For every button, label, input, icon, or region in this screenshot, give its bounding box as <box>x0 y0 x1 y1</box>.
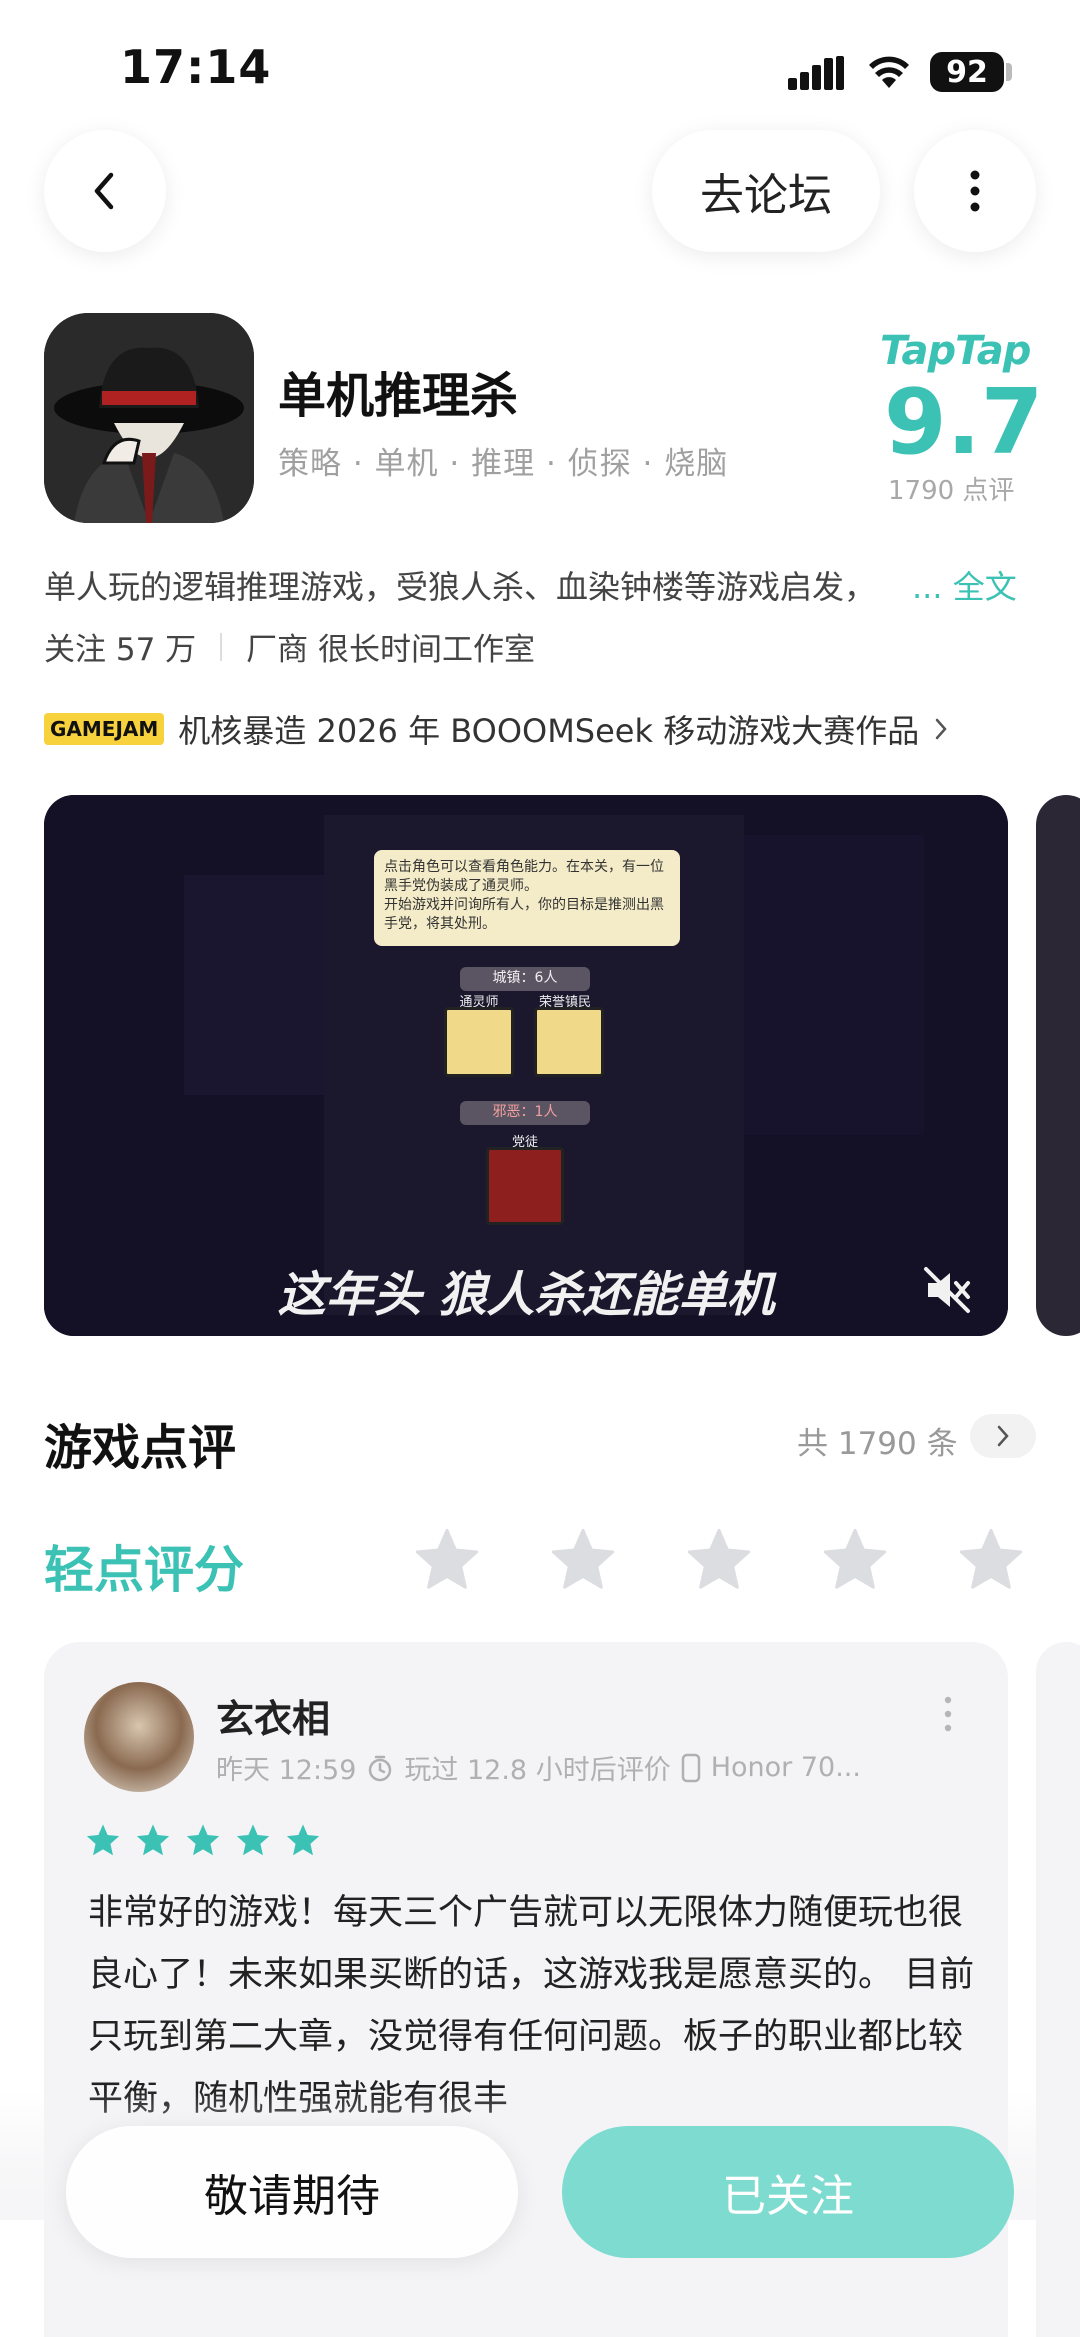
wifi-icon <box>869 56 909 88</box>
coming-soon-button[interactable]: 敬请期待 <box>66 2126 518 2258</box>
divider <box>220 632 223 661</box>
review-device: Honor 70... <box>710 1752 861 1783</box>
back-button[interactable] <box>44 130 166 252</box>
review-meta: 昨天 12:59 玩过 12.8 小时后评价 Honor 70... <box>216 1748 861 1787</box>
follow-button[interactable]: 已关注 <box>562 2126 1014 2258</box>
vendor-link[interactable]: 厂商 很长时间工作室 <box>246 624 535 669</box>
app-tags[interactable]: 策略 · 单机 · 推理 · 侦探 · 烧脑 <box>278 438 728 483</box>
expand-description-link[interactable]: ... 全文 <box>912 562 1017 608</box>
cellular-signal-icon <box>788 56 844 90</box>
avatar[interactable] <box>84 1682 194 1792</box>
role-card-mafia <box>486 1147 564 1225</box>
trailer-video[interactable]: 点击角色可以查看角色能力。在本关，有一位黑手党伪装成了通灵师。 开始游戏并问询所… <box>44 795 1008 1336</box>
battery-cap <box>1006 63 1012 81</box>
dialog-line-2: 开始游戏并问询所有人，你的目标是推测出黑手党，将其处刑。 <box>384 897 664 932</box>
reviews-section-title: 游戏点评 <box>44 1420 237 1476</box>
muted-speaker-icon[interactable] <box>922 1265 972 1315</box>
review-star-icon <box>286 1824 320 1856</box>
review-star-icon <box>236 1824 270 1856</box>
review-more-icon[interactable] <box>944 1694 952 1734</box>
gamejam-badge: GAMEJAM <box>44 713 165 745</box>
tutorial-dialog: 点击角色可以查看角色能力。在本关，有一位黑手党伪装成了通灵师。 开始游戏并问询所… <box>374 850 680 946</box>
battery-indicator: 92 <box>930 52 1004 92</box>
reviews-more-button[interactable] <box>970 1414 1036 1458</box>
battery-level: 92 <box>946 54 988 90</box>
more-vertical-icon <box>970 170 980 212</box>
rating-star-picker[interactable] <box>412 1526 1026 1596</box>
app-icon <box>44 313 254 523</box>
rate-star-4-icon[interactable] <box>820 1526 890 1596</box>
rating-count: 1790 点评 <box>888 476 1015 506</box>
review-total-count[interactable]: 共 1790 条 <box>797 1418 958 1463</box>
review-time: 昨天 12:59 <box>216 1755 357 1786</box>
review-star-rating <box>84 1822 322 1860</box>
review-star-icon <box>186 1824 220 1856</box>
more-options-button[interactable] <box>914 130 1036 252</box>
status-time: 17:14 <box>120 40 272 94</box>
rate-star-5-icon[interactable] <box>956 1526 1026 1596</box>
rate-star-1-icon[interactable] <box>412 1526 482 1596</box>
taptap-logo: TapTap <box>880 328 1031 374</box>
chevron-right-icon <box>935 718 947 740</box>
reviewer-name[interactable]: 玄衣相 <box>216 1688 330 1743</box>
review-star-icon <box>136 1824 170 1856</box>
chevron-left-icon <box>94 172 114 210</box>
tap-to-rate-label: 轻点评分 <box>44 1541 244 1599</box>
town-count-label: 城镇：6人 <box>460 967 590 991</box>
app-title: 单机推理杀 <box>278 368 519 424</box>
video-caption: 这年头 狼人杀还能单机 <box>277 1267 775 1323</box>
forum-button[interactable]: 去论坛 <box>652 130 880 252</box>
chevron-right-icon <box>997 1425 1009 1447</box>
evil-count-label: 邪恶：1人 <box>460 1101 590 1125</box>
role-card-honor <box>534 1007 604 1077</box>
app-meta-row: 关注 57 万 厂商 很长时间工作室 <box>44 624 535 669</box>
detective-hat-icon <box>44 313 254 523</box>
rating-score: 9.7 <box>884 370 1044 475</box>
app-description: 单人玩的逻辑推理游戏，受狼人杀、血染钟楼等游戏启发， <box>44 568 877 606</box>
rate-star-2-icon[interactable] <box>548 1526 618 1596</box>
gamejam-text: 机核暴造 2026 年 BOOOMSeek 移动游戏大赛作品 <box>178 712 920 750</box>
stopwatch-icon <box>369 1755 392 1781</box>
rate-star-3-icon[interactable] <box>684 1526 754 1596</box>
dialog-line-1: 点击角色可以查看角色能力。在本关，有一位黑手党伪装成了通灵师。 <box>384 859 664 894</box>
next-media-preview[interactable] <box>1036 795 1080 1336</box>
phone-icon <box>681 1753 700 1782</box>
follower-count: 关注 57 万 <box>44 632 197 668</box>
gamejam-banner[interactable]: GAMEJAM 机核暴造 2026 年 BOOOMSeek 移动游戏大赛作品 <box>44 706 949 752</box>
review-playtime: 玩过 12.8 小时后评价 <box>404 1755 671 1786</box>
review-star-icon <box>86 1824 120 1856</box>
role-card-medium <box>444 1007 514 1077</box>
next-review-card-preview[interactable] <box>1036 1642 1080 2337</box>
